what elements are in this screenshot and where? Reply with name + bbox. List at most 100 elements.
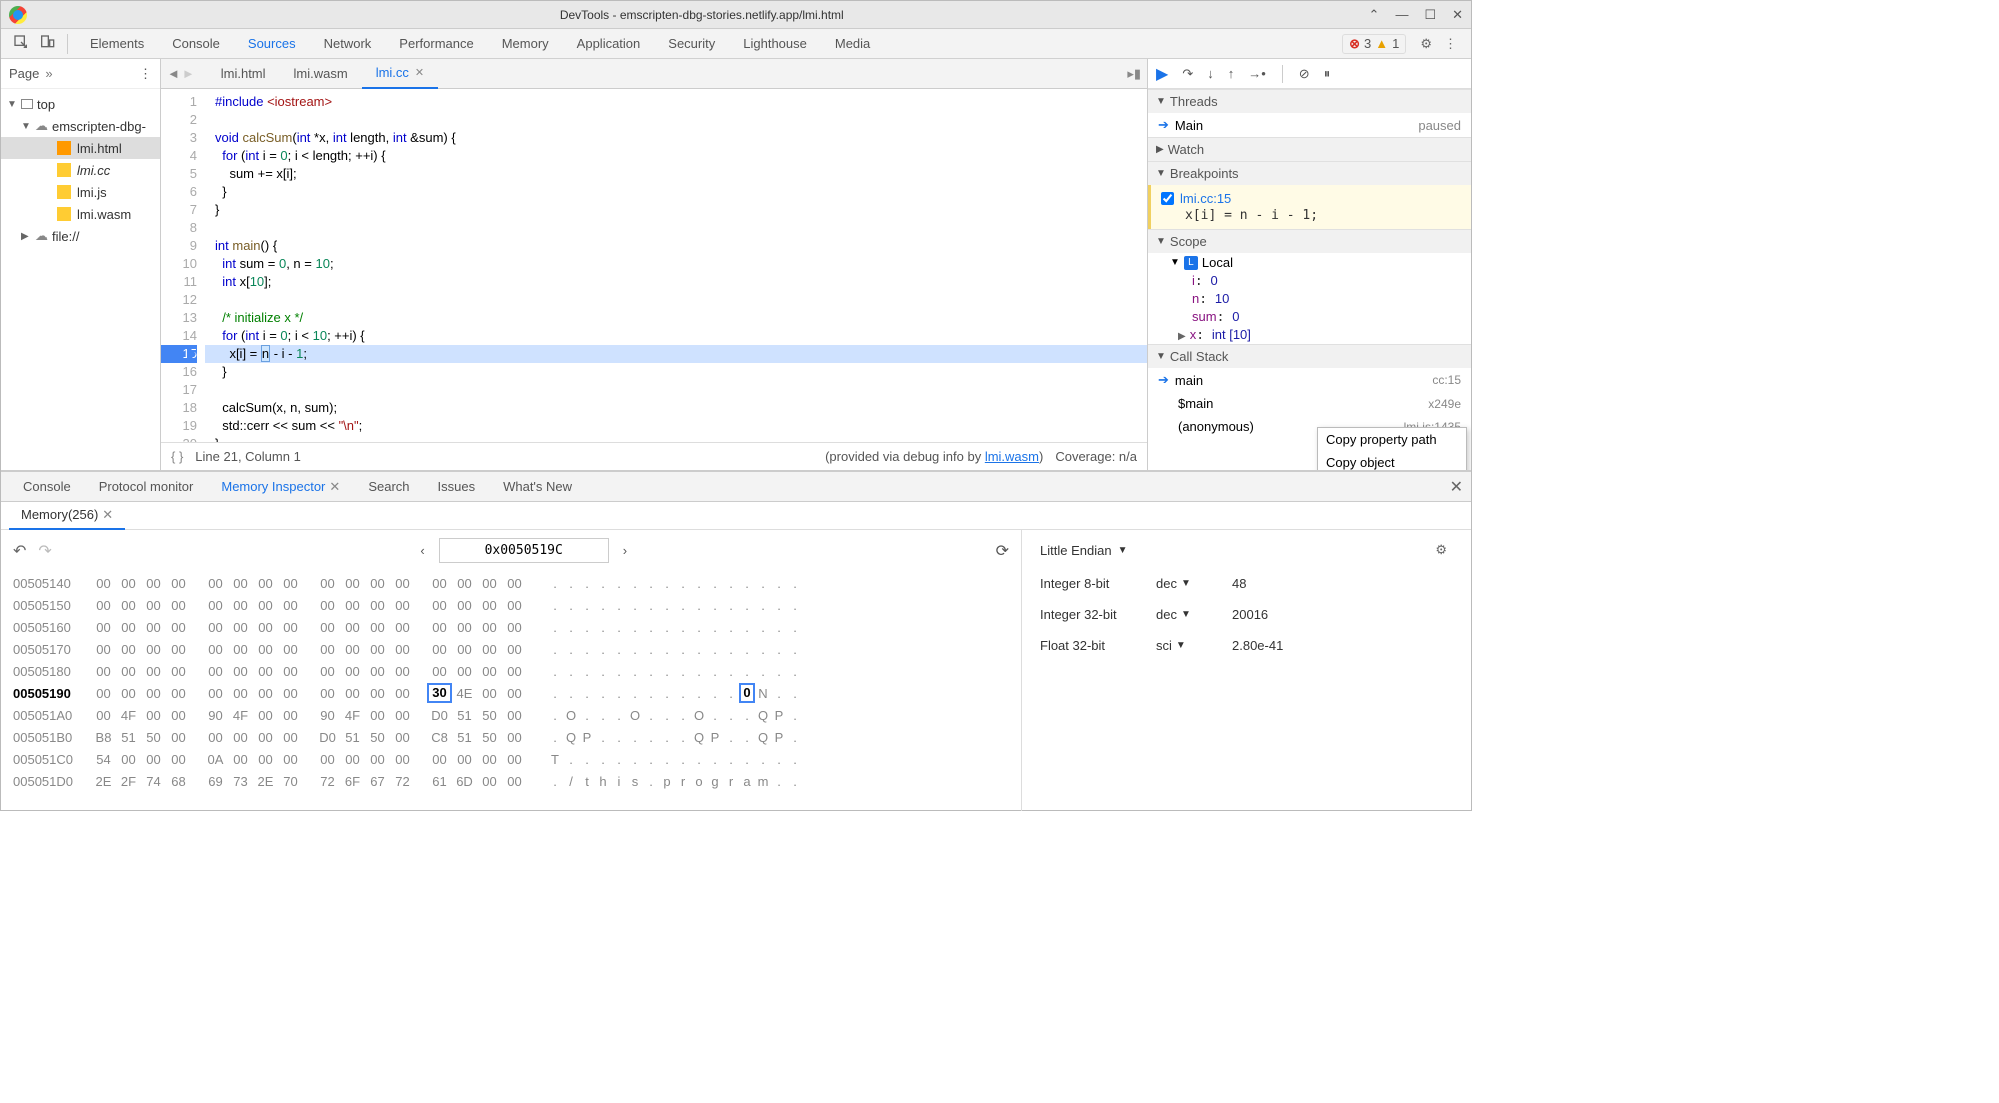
hex-ascii-char[interactable]: . [691,639,707,661]
hex-byte[interactable]: 00 [427,573,452,595]
hex-byte[interactable]: 00 [365,639,390,661]
hex-ascii-char[interactable]: . [547,705,563,727]
main-tab-media[interactable]: Media [821,29,884,59]
hex-ascii-char[interactable]: . [787,595,803,617]
code-line[interactable]: /* initialize x */ [205,309,1147,327]
code-line[interactable] [205,219,1147,237]
code-line[interactable]: x[i] = n - i - 1; [205,345,1147,363]
hex-ascii-char[interactable]: T [547,749,563,771]
hex-byte[interactable]: 00 [315,661,340,683]
hex-byte[interactable]: 00 [203,727,228,749]
hex-byte[interactable]: 00 [166,573,191,595]
hex-ascii-char[interactable]: P [771,705,787,727]
hex-ascii-char[interactable]: . [595,573,611,595]
hex-byte[interactable]: D0 [427,705,452,727]
hex-ascii-char[interactable]: . [627,595,643,617]
hex-byte[interactable]: 00 [452,639,477,661]
hex-byte[interactable]: 00 [253,639,278,661]
hex-byte[interactable]: 00 [228,661,253,683]
hex-byte[interactable]: 00 [203,595,228,617]
hex-byte[interactable]: 00 [141,661,166,683]
hex-byte[interactable]: 00 [502,705,527,727]
hex-byte[interactable]: 00 [427,749,452,771]
hex-ascii-char[interactable]: t [579,771,595,793]
hex-byte[interactable]: 00 [390,661,415,683]
hex-ascii-char[interactable]: . [723,661,739,683]
breakpoints-section[interactable]: ▼Breakpoints [1148,161,1471,185]
hex-ascii-char[interactable]: . [579,749,595,771]
hex-ascii-char[interactable]: . [579,661,595,683]
hex-byte[interactable]: 00 [315,749,340,771]
editor-tab[interactable]: lmi.cc✕ [362,59,438,89]
hex-byte[interactable]: 00 [502,595,527,617]
hex-ascii-char[interactable]: 0 [739,683,755,703]
code-line[interactable] [205,111,1147,129]
hex-byte[interactable]: 2F [116,771,141,793]
hex-byte[interactable]: 00 [91,617,116,639]
hex-ascii-char[interactable]: . [627,661,643,683]
hex-ascii-char[interactable]: . [563,617,579,639]
hex-ascii-char[interactable]: . [787,705,803,727]
hex-byte[interactable]: 00 [278,683,303,705]
hex-byte[interactable]: 4F [340,705,365,727]
hex-ascii-char[interactable]: . [547,639,563,661]
hex-ascii-char[interactable]: P [707,727,723,749]
hex-byte[interactable]: 00 [166,661,191,683]
drawer-close-icon[interactable]: ✕ [1450,477,1463,497]
hex-byte[interactable]: 00 [477,573,502,595]
hex-byte[interactable]: 00 [203,683,228,705]
hex-ascii-char[interactable]: . [579,705,595,727]
hex-ascii-char[interactable]: . [627,727,643,749]
minimize-icon[interactable]: — [1395,7,1408,23]
hex-byte[interactable]: 00 [116,749,141,771]
code-line[interactable]: void calcSum(int *x, int length, int &su… [205,129,1147,147]
close-drawer-tab-icon[interactable]: ✕ [329,479,340,495]
hex-byte[interactable]: 00 [253,705,278,727]
more-tabs-icon[interactable]: » [45,66,52,81]
hex-ascii-char[interactable]: . [739,595,755,617]
hex-ascii-char[interactable]: . [595,727,611,749]
code-line[interactable]: } [205,435,1147,442]
context-menu-item[interactable]: Copy object [1318,451,1466,470]
hex-byte[interactable]: 51 [452,727,477,749]
hex-ascii-char[interactable]: . [787,683,803,705]
hex-ascii-char[interactable]: . [563,661,579,683]
code-line[interactable]: for (int i = 0; i < 10; ++i) { [205,327,1147,345]
hex-byte[interactable]: 00 [228,639,253,661]
hex-byte[interactable]: 00 [166,727,191,749]
hex-ascii-char[interactable]: . [563,639,579,661]
main-tab-elements[interactable]: Elements [76,29,158,59]
hex-byte[interactable]: 72 [315,771,340,793]
hex-byte[interactable]: 00 [91,683,116,705]
hex-byte[interactable]: 6F [340,771,365,793]
hex-byte[interactable]: 00 [253,683,278,705]
hex-ascii-char[interactable]: . [643,705,659,727]
hex-byte[interactable]: 50 [141,727,166,749]
hex-byte[interactable]: 6D [452,771,477,793]
hex-byte[interactable]: 00 [203,639,228,661]
hex-byte[interactable]: 00 [452,661,477,683]
hex-byte[interactable]: 00 [116,573,141,595]
hex-ascii-char[interactable]: . [547,771,563,793]
hex-ascii-char[interactable]: . [707,617,723,639]
hex-byte[interactable]: 00 [278,573,303,595]
hex-byte[interactable]: 00 [253,573,278,595]
hex-ascii-char[interactable]: . [643,749,659,771]
hex-byte[interactable]: 00 [91,573,116,595]
hex-ascii-char[interactable]: . [659,617,675,639]
hex-ascii-char[interactable]: . [691,573,707,595]
hex-ascii-char[interactable]: . [659,661,675,683]
hex-ascii-char[interactable]: p [659,771,675,793]
hex-ascii-char[interactable]: . [611,661,627,683]
hex-ascii-char[interactable]: . [611,617,627,639]
format-select[interactable]: sci ▼ [1156,638,1216,653]
main-tab-security[interactable]: Security [654,29,729,59]
hex-byte[interactable]: 00 [166,617,191,639]
hex-ascii-char[interactable]: . [739,617,755,639]
hex-ascii-char[interactable]: . [659,683,675,705]
hex-ascii-char[interactable]: . [787,771,803,793]
hex-byte[interactable]: 00 [452,595,477,617]
hex-byte[interactable]: 00 [340,661,365,683]
hex-byte[interactable]: 61 [427,771,452,793]
hex-byte[interactable]: 00 [228,727,253,749]
